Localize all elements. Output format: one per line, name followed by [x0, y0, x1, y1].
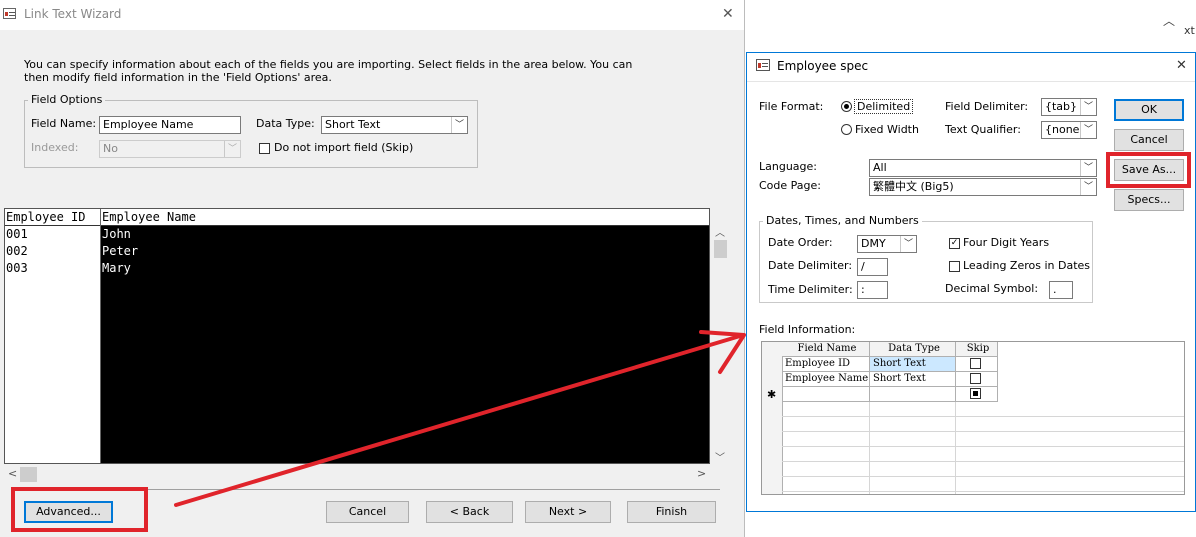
annotation-arrow	[174, 330, 746, 507]
annotation-arrow-shaft	[174, 334, 742, 507]
